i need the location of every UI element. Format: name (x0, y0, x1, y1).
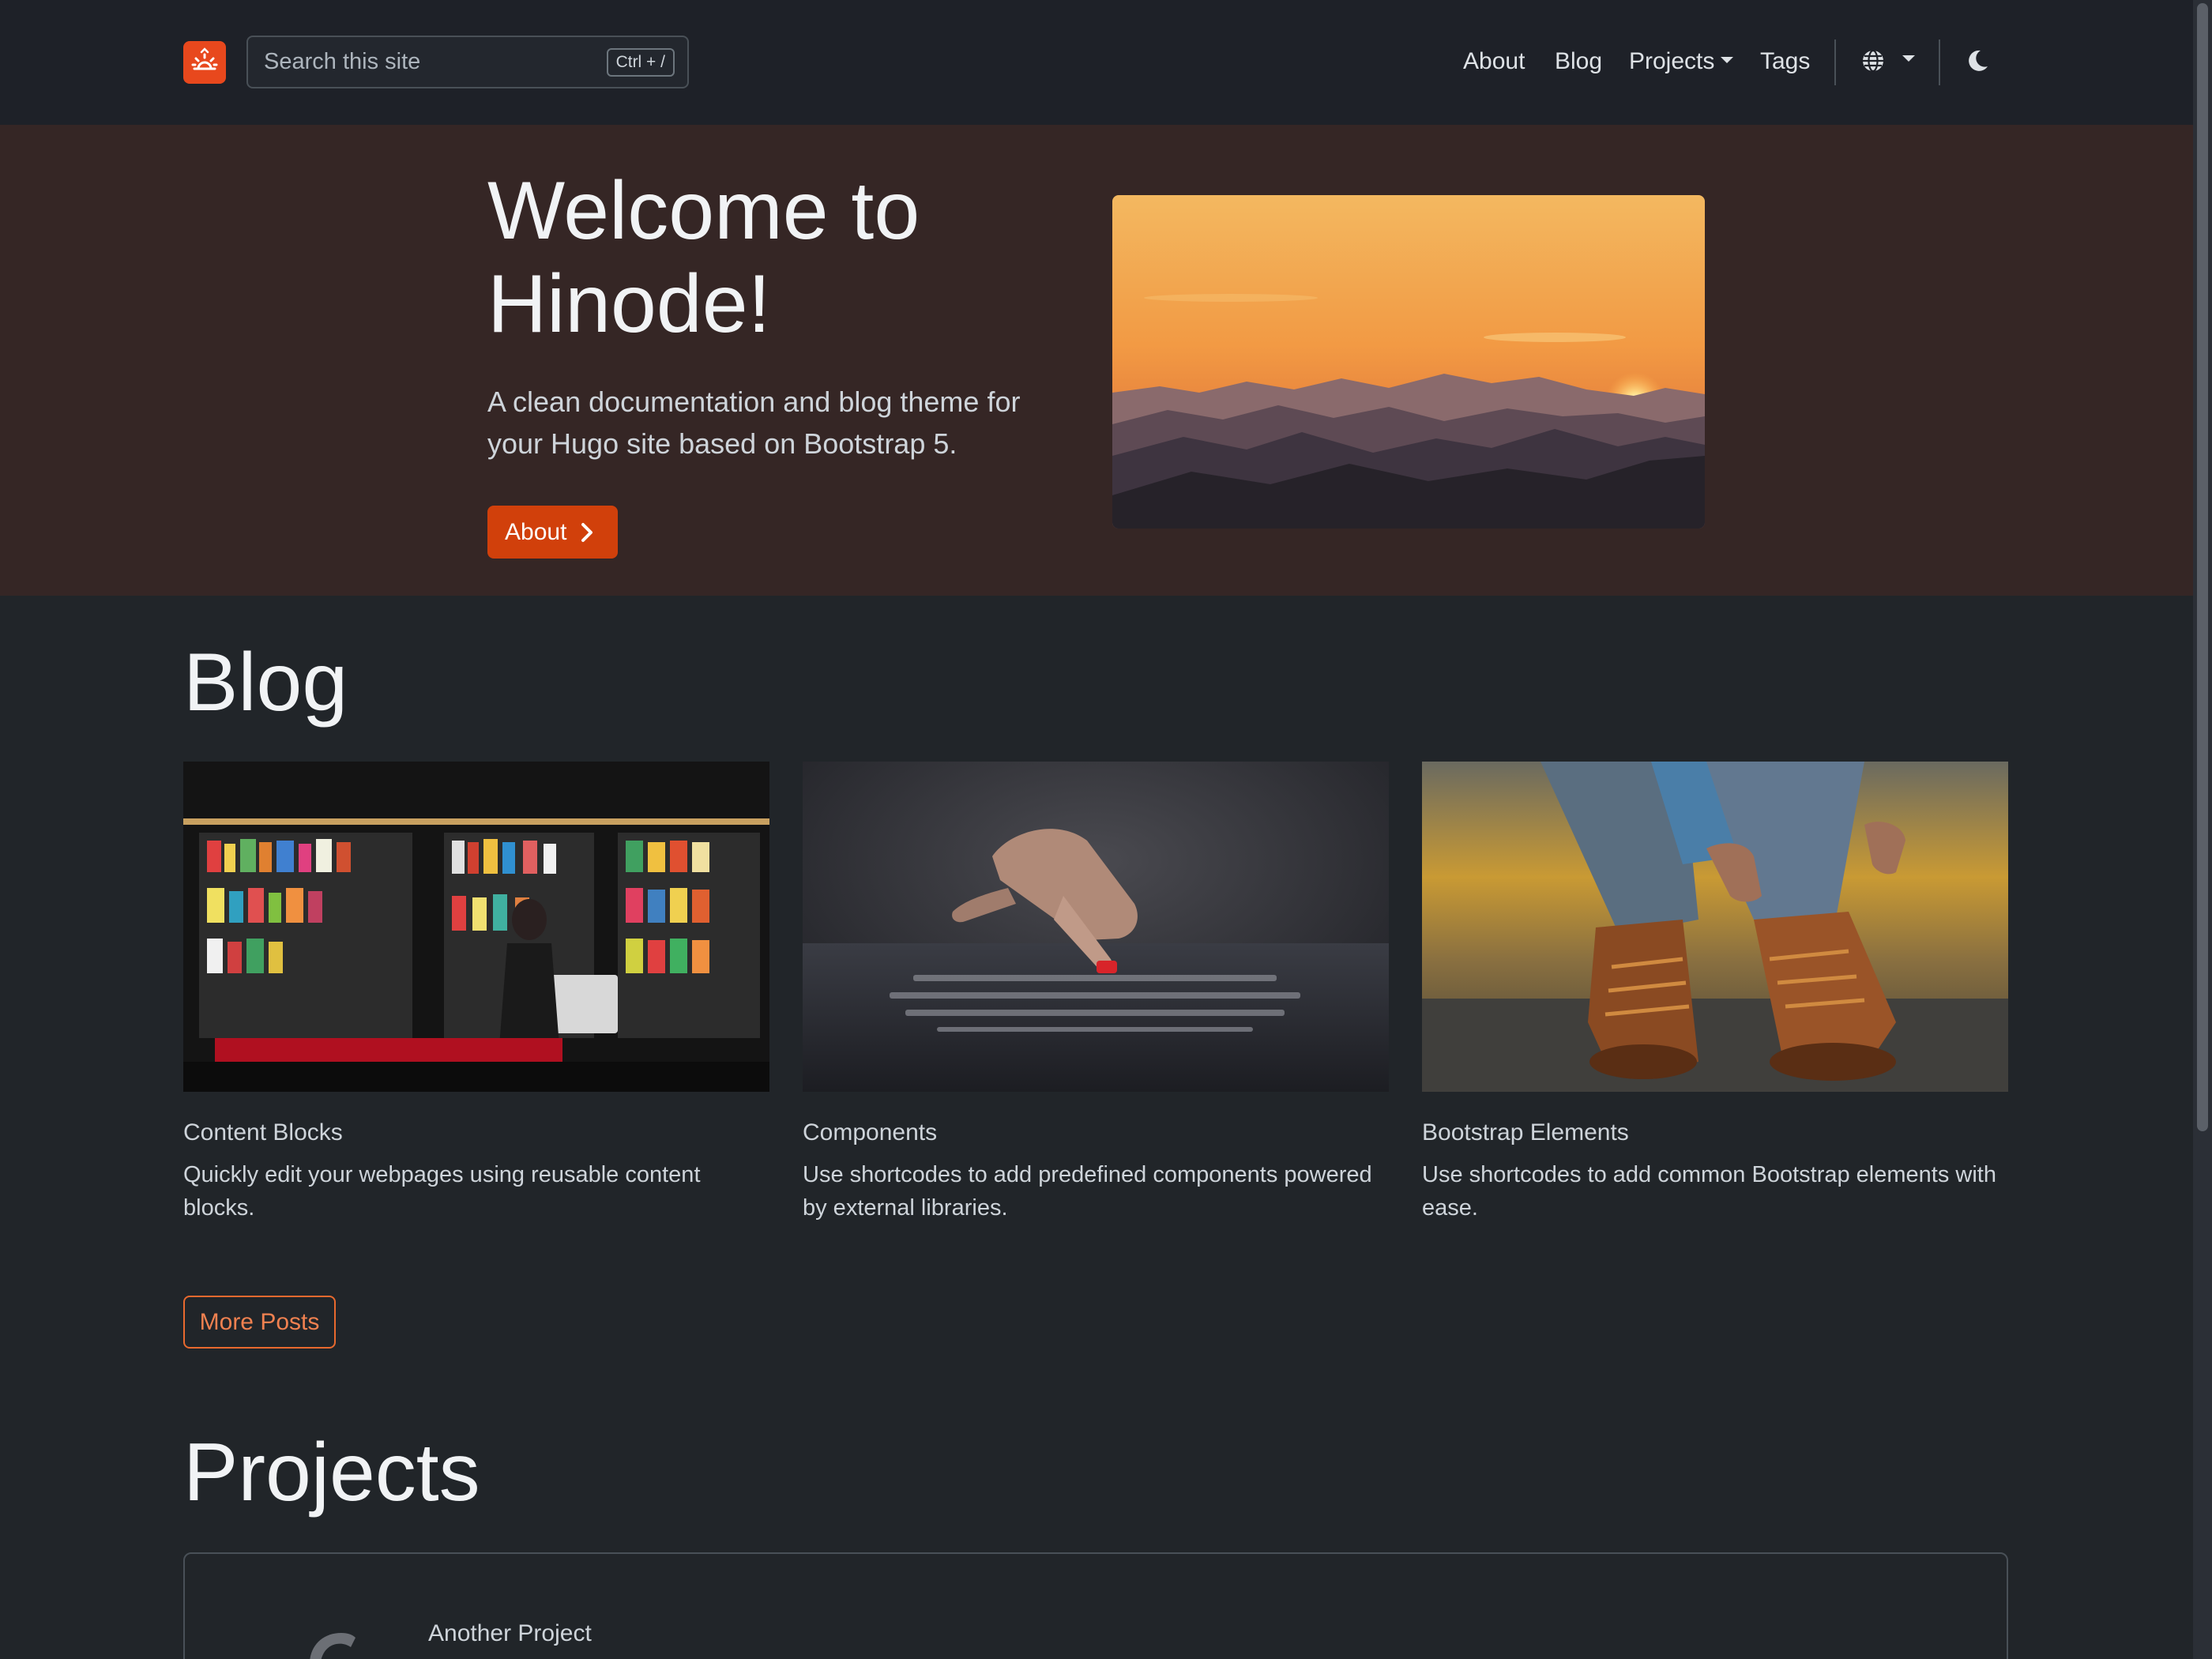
sunrise-icon (191, 47, 218, 70)
blog-card-title[interactable]: Components (803, 1115, 1389, 1150)
project-title[interactable]: Another Project (428, 1620, 592, 1647)
nav-divider (1939, 40, 1940, 85)
blog-card-image-puzzle[interactable] (803, 762, 1389, 1092)
blog-card-image-boots[interactable] (1422, 762, 2008, 1092)
project-logo-icon (310, 1633, 356, 1659)
chevron-right-icon (581, 522, 593, 542)
blog-card-text: Use shortcodes to add predefined compone… (803, 1162, 1372, 1221)
hero-about-label: About (505, 518, 567, 545)
hero-title: Welcome to Hinode! (487, 165, 920, 350)
hero-subtitle: A clean documentation and blog theme for… (487, 386, 1021, 460)
projects-heading: Projects (183, 1427, 480, 1518)
more-posts-button[interactable]: More Posts (183, 1296, 336, 1349)
theme-toggle[interactable] (1966, 49, 1989, 77)
search-box[interactable]: Ctrl + / (246, 36, 689, 88)
hero-section: Welcome to Hinode! A clean documentation… (0, 125, 2193, 596)
chevron-down-icon (1721, 57, 1734, 64)
blog-card-image-bookstore[interactable] (183, 762, 769, 1092)
globe-icon (1863, 49, 1883, 73)
site-logo[interactable] (183, 41, 226, 84)
search-input[interactable] (264, 37, 580, 87)
blog-card[interactable]: Bootstrap Elements Use shortcodes to add… (1422, 762, 2008, 1224)
nav-projects-label: Projects (1629, 48, 1715, 74)
blog-card-text: Quickly edit your webpages using reusabl… (183, 1162, 701, 1221)
navbar: Ctrl + / About Blog Projects Tags (0, 0, 2193, 125)
blog-heading: Blog (183, 637, 348, 728)
hero-about-button[interactable]: About (487, 506, 618, 559)
moon-icon (1969, 50, 1988, 71)
search-shortcut-hint: Ctrl + / (606, 48, 675, 77)
nav-dropdown-projects[interactable]: Projects (1629, 43, 1734, 81)
nav-link-blog[interactable]: Blog (1555, 43, 1602, 81)
page: Ctrl + / About Blog Projects Tags Welcom… (0, 0, 2212, 1659)
page-scrollbar[interactable] (2193, 0, 2212, 1659)
hero-image-sunset-mountains (1112, 195, 1705, 529)
chevron-down-icon (1902, 55, 1915, 62)
nav-link-tags[interactable]: Tags (1760, 43, 1810, 81)
blog-card[interactable]: Content Blocks Quickly edit your webpage… (183, 762, 769, 1224)
blog-card-title[interactable]: Content Blocks (183, 1115, 769, 1150)
scrollbar-thumb[interactable] (2197, 3, 2208, 1131)
nav-divider (1834, 40, 1836, 85)
project-card[interactable]: Another Project (183, 1552, 2008, 1659)
language-switcher[interactable] (1861, 49, 1915, 73)
blog-card[interactable]: Components Use shortcodes to add predefi… (803, 762, 1389, 1224)
blog-card-text: Use shortcodes to add common Bootstrap e… (1422, 1162, 1996, 1221)
nav-link-about[interactable]: About (1463, 43, 1525, 81)
blog-card-title[interactable]: Bootstrap Elements (1422, 1115, 2008, 1150)
